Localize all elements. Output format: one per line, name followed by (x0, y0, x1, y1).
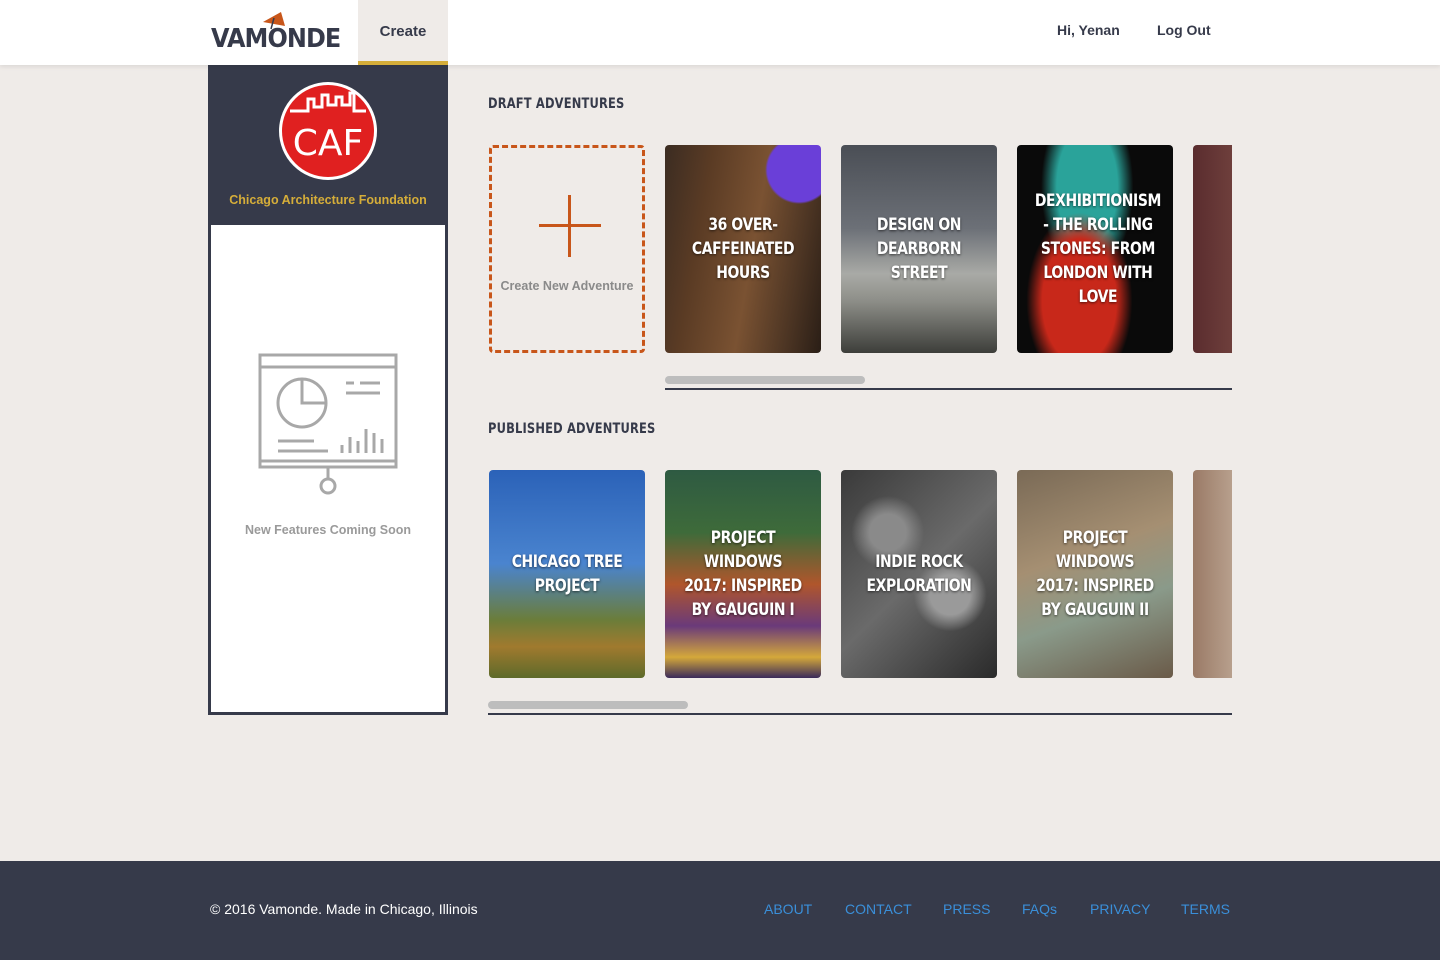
create-new-adventure-card[interactable]: Create New Adventure (489, 145, 645, 353)
footer-link-about[interactable]: ABOUT (764, 901, 812, 917)
vamonde-logo[interactable]: VAMONDE (211, 12, 341, 52)
user-greeting-link[interactable]: Hi, Yenan (1057, 22, 1120, 38)
published-card-title: Project Windows 2017: Inspired by Gaugui… (684, 528, 802, 620)
site-footer: © 2016 Vamonde. Made in Chicago, Illinoi… (0, 861, 1440, 960)
draft-card[interactable]: Design on Dearborn Street (841, 145, 997, 353)
copyright-text: © 2016 Vamonde. Made in Chicago, Illinoi… (210, 901, 478, 917)
draft-adventures-heading: DRAFT ADVENTURES (488, 96, 625, 112)
top-navigation-bar: VAMONDE Create Hi, Yenan Log Out (0, 0, 1440, 65)
published-card-title: Chicago Tree Project (511, 552, 623, 596)
caf-logo: CAF (279, 82, 377, 180)
draft-card-title: Dexhibitionism - The Rolling Stones: Fro… (1034, 191, 1161, 307)
footer-link-privacy[interactable]: PRIVACY (1090, 901, 1150, 917)
published-adventures-carousel[interactable]: Chicago Tree Project Project Windows 201… (488, 470, 1232, 680)
draft-card[interactable]: 36 Over-Caffeinated Hours (665, 145, 821, 353)
published-card-title (1197, 562, 1232, 586)
draft-scrollbar-thumb[interactable] (665, 376, 865, 384)
published-card[interactable]: Indie Rock Exploration (841, 470, 997, 678)
published-card[interactable] (1193, 470, 1232, 678)
coming-soon-panel: New Features Coming Soon (211, 225, 445, 712)
draft-scrollbar-track[interactable] (665, 388, 1232, 390)
logo-wordmark: VAMONDE (211, 24, 341, 54)
organization-sidebar: CAF Chicago Architecture Foundation New … (208, 65, 448, 715)
published-card[interactable]: Project Windows 2017: Inspired by Gaugui… (1017, 470, 1173, 678)
draft-card[interactable] (1193, 145, 1232, 353)
published-card-title: Indie Rock Exploration (866, 552, 972, 596)
draft-adventures-carousel[interactable]: Create New Adventure 36 Over-Caffeinated… (488, 145, 1232, 355)
plus-icon (539, 195, 601, 257)
published-scrollbar-thumb[interactable] (488, 701, 688, 709)
footer-link-press[interactable]: PRESS (943, 901, 990, 917)
footer-link-faqs[interactable]: FAQs (1022, 901, 1057, 917)
published-card[interactable]: Project Windows 2017: Inspired by Gaugui… (665, 470, 821, 678)
published-card-title: Project Windows 2017: Inspired by Gaugui… (1036, 528, 1154, 620)
draft-card-title: 36 Over-Caffeinated Hours (691, 215, 795, 283)
presentation-board-icon (258, 353, 398, 495)
caf-logo-text: CAF (293, 123, 363, 164)
draft-card-title (1197, 237, 1232, 261)
draft-card-title: Design on Dearborn Street (876, 215, 962, 283)
create-new-adventure-label: Create New Adventure (500, 279, 634, 293)
organization-name: Chicago Architecture Foundation (229, 193, 427, 207)
coming-soon-text: New Features Coming Soon (245, 523, 411, 537)
published-scrollbar-track[interactable] (488, 713, 1232, 715)
footer-link-contact[interactable]: CONTACT (845, 901, 912, 917)
footer-link-terms[interactable]: TERMS (1181, 901, 1230, 917)
tab-create[interactable]: Create (358, 0, 448, 65)
draft-card[interactable]: Dexhibitionism - The Rolling Stones: Fro… (1017, 145, 1173, 353)
published-adventures-heading: PUBLISHED ADVENTURES (488, 421, 656, 437)
published-card[interactable]: Chicago Tree Project (489, 470, 645, 678)
logout-link[interactable]: Log Out (1157, 22, 1211, 38)
